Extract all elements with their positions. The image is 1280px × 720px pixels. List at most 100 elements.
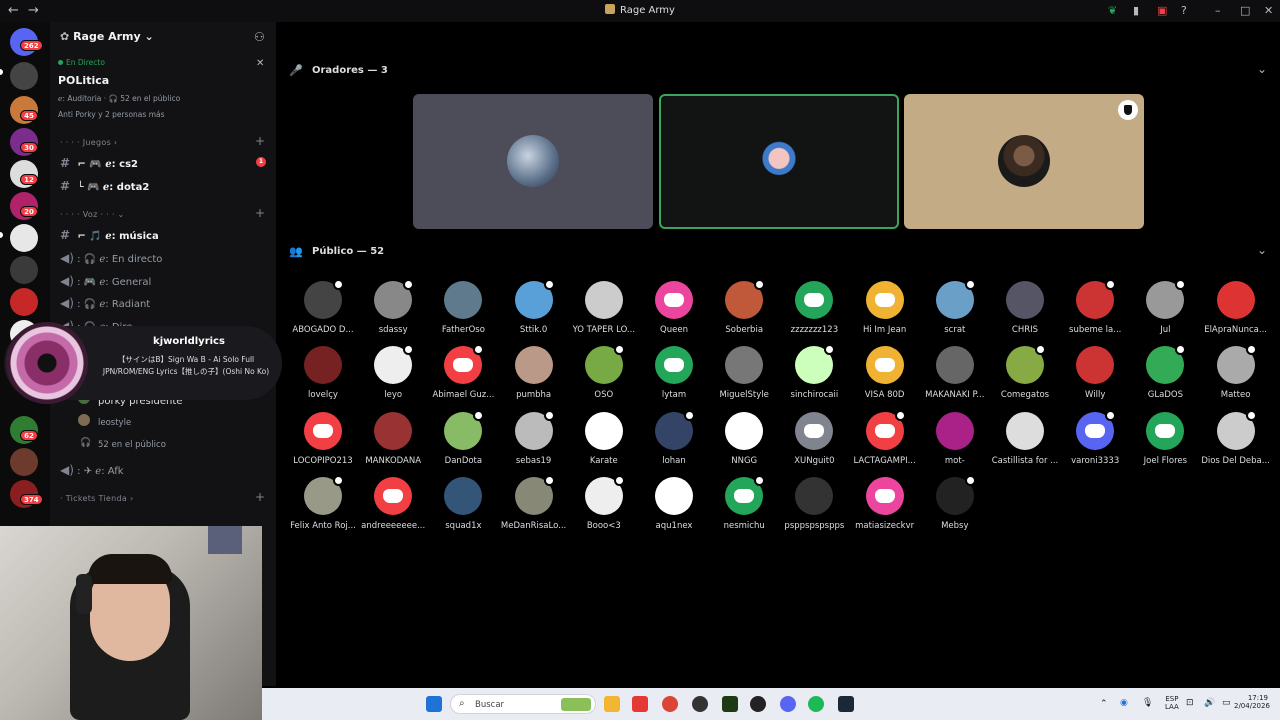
audience-member[interactable]: Karate — [569, 411, 639, 466]
microphone-icon[interactable]: 🎙 — [1142, 698, 1153, 708]
maximize-icon[interactable]: □ — [1240, 4, 1250, 17]
audience-member[interactable]: varoni3333 — [1060, 409, 1130, 466]
audience-member[interactable]: Abimael Guz... — [428, 344, 498, 400]
audience-member[interactable]: Willy — [1060, 346, 1130, 400]
audience-member[interactable]: mot- — [920, 411, 990, 466]
audience-member[interactable]: sebas19 — [499, 409, 569, 466]
channel-radiant[interactable]: ◀) : 🎧 ℯ: Radiant — [60, 296, 150, 310]
add-channel-icon[interactable]: + — [255, 206, 265, 220]
audience-member[interactable]: squad1x — [428, 476, 498, 531]
audience-member[interactable]: Jul — [1130, 279, 1200, 335]
channel-general[interactable]: ◀) : 🎮 ℯ: General — [60, 274, 151, 288]
channel-dota2[interactable]: # └ 🎮 ℯ: dota2 — [60, 179, 149, 193]
network-icon[interactable]: ⊡ — [1186, 698, 1194, 708]
audience-member[interactable]: lohan — [639, 409, 709, 466]
tray-app-icon[interactable]: ◉ — [1120, 698, 1128, 708]
audience-member[interactable]: Castillista for ... — [990, 411, 1060, 466]
audience-member[interactable]: MAKANAKI P... — [920, 346, 990, 400]
language-indicator[interactable]: ESP LAA — [1165, 695, 1179, 711]
audience-member[interactable]: Mebsy — [920, 474, 990, 531]
category-voz[interactable]: · · · · Voz · · · ⌄ — [60, 210, 125, 219]
audience-member[interactable]: aqu1nex — [639, 476, 709, 531]
spotify-icon[interactable] — [808, 696, 824, 712]
bookmark-icon[interactable]: ▮ — [1133, 4, 1139, 17]
audience-member[interactable]: ABOGADO D... — [288, 279, 358, 335]
discord-icon[interactable] — [780, 696, 796, 712]
app-icon[interactable] — [722, 696, 738, 712]
audience-member[interactable]: VISA 80D — [850, 346, 920, 400]
server-icon[interactable] — [10, 62, 38, 90]
chevron-down-icon[interactable]: ⌄ — [1257, 243, 1267, 257]
audience-member[interactable]: LACTAGAMPI... — [850, 409, 920, 466]
audience-member[interactable]: psppspspspps — [779, 476, 849, 531]
nitro-leaf-icon[interactable]: ❦ — [1108, 4, 1117, 17]
audience-member[interactable]: Joel Flores — [1130, 411, 1200, 466]
audience-member[interactable]: Comegatos — [990, 344, 1060, 400]
chevron-down-icon[interactable]: ⌄ — [1257, 62, 1267, 76]
invite-icon[interactable]: ⚇ — [254, 30, 265, 44]
app-icon[interactable] — [750, 696, 766, 712]
audience-member[interactable]: Felix Anto Roj... — [288, 474, 358, 531]
minimize-icon[interactable]: – — [1215, 4, 1221, 17]
windows-start-icon[interactable] — [426, 696, 442, 712]
channel-afk[interactable]: ◀) : ✈ ℯ: Afk — [60, 463, 124, 477]
server-icon[interactable] — [10, 448, 38, 476]
add-channel-icon[interactable]: + — [255, 490, 265, 504]
audience-member[interactable]: zzzzzzz123 — [779, 281, 849, 335]
add-channel-icon[interactable]: + — [255, 134, 265, 148]
audience-member[interactable]: nesmichu — [709, 474, 779, 531]
audience-member[interactable]: MeDanRisaLo... — [499, 474, 569, 531]
youtube-icon[interactable] — [632, 696, 648, 712]
audience-member[interactable]: GLaDOS — [1130, 344, 1200, 400]
audience-member[interactable]: ElApraNunca... — [1201, 281, 1271, 335]
audience-member[interactable]: subeme la... — [1060, 279, 1130, 335]
battery-icon[interactable]: ▭ — [1222, 698, 1231, 708]
audience-member[interactable]: YO TAPER LO... — [569, 281, 639, 335]
close-icon[interactable]: ✕ — [1264, 4, 1273, 17]
speaker-tile-speaking[interactable] — [659, 94, 899, 229]
audience-member[interactable]: matiasizeckvr — [850, 476, 920, 531]
category-tickets[interactable]: · Tickets Tienda › — [60, 494, 133, 503]
audience-member[interactable]: Hi Im Jean — [850, 281, 920, 335]
stage-member[interactable]: leostyle — [98, 418, 131, 428]
audience-member[interactable]: Queen — [639, 281, 709, 335]
audience-member[interactable]: OSO — [569, 344, 639, 400]
audience-member[interactable]: FatherOso — [428, 281, 498, 335]
steam-icon[interactable] — [838, 696, 854, 712]
speaker-tile[interactable] — [904, 94, 1144, 229]
stage-title[interactable]: POLitica — [58, 74, 109, 87]
audience-member[interactable]: sdassy — [358, 279, 428, 335]
inbox-icon[interactable]: ▣ — [1157, 4, 1167, 17]
audience-member[interactable]: leyo — [358, 344, 428, 400]
close-icon[interactable]: ✕ — [256, 58, 264, 69]
audience-member[interactable]: sinchirocaii — [779, 344, 849, 400]
volume-icon[interactable]: 🔊 — [1204, 698, 1215, 708]
audience-member[interactable]: NNGG — [709, 411, 779, 466]
file-explorer-icon[interactable] — [604, 696, 620, 712]
channel-cs2[interactable]: # ⌐ 🎮 ℯ: cs2 — [60, 156, 138, 170]
audience-member[interactable]: DanDota — [428, 409, 498, 466]
server-header[interactable]: ✿ Rage Army ⌄ — [60, 30, 154, 43]
audience-member[interactable]: MANKODANA — [358, 411, 428, 466]
audience-member[interactable]: LOCOPIPO213 — [288, 411, 358, 466]
audience-member[interactable]: lovelçy — [288, 346, 358, 400]
server-icon[interactable] — [10, 224, 38, 252]
help-icon[interactable]: ? — [1181, 4, 1187, 17]
audience-member[interactable]: pumbha — [499, 346, 569, 400]
audience-member[interactable]: MiguelStyle — [709, 346, 779, 400]
audience-member[interactable]: Soberbia — [709, 279, 779, 335]
obs-icon[interactable] — [692, 696, 708, 712]
audience-member[interactable]: CHRIS — [990, 281, 1060, 335]
chrome-icon[interactable] — [662, 696, 678, 712]
server-icon[interactable] — [10, 288, 38, 316]
audience-member[interactable]: Sttik.0 — [499, 279, 569, 335]
search-box[interactable]: ⌕ Buscar — [450, 694, 596, 714]
speaker-tile[interactable] — [413, 94, 653, 229]
audience-member[interactable]: Matteo — [1201, 344, 1271, 400]
now-playing-popup[interactable]: kjworldlyrics 【サインはB】Sign Wa B - Ai Solo… — [4, 322, 282, 404]
clock[interactable]: 17:19 2/04/2026 — [1234, 694, 1270, 710]
channel-musica[interactable]: # ⌐ 🎵 ℯ: música — [60, 228, 159, 242]
channel-en-directo[interactable]: ◀) : 🎧 ℯ: En directo — [60, 251, 162, 265]
audience-member[interactable]: Booo<3 — [569, 474, 639, 531]
audience-member[interactable]: XUNguit0 — [779, 411, 849, 466]
